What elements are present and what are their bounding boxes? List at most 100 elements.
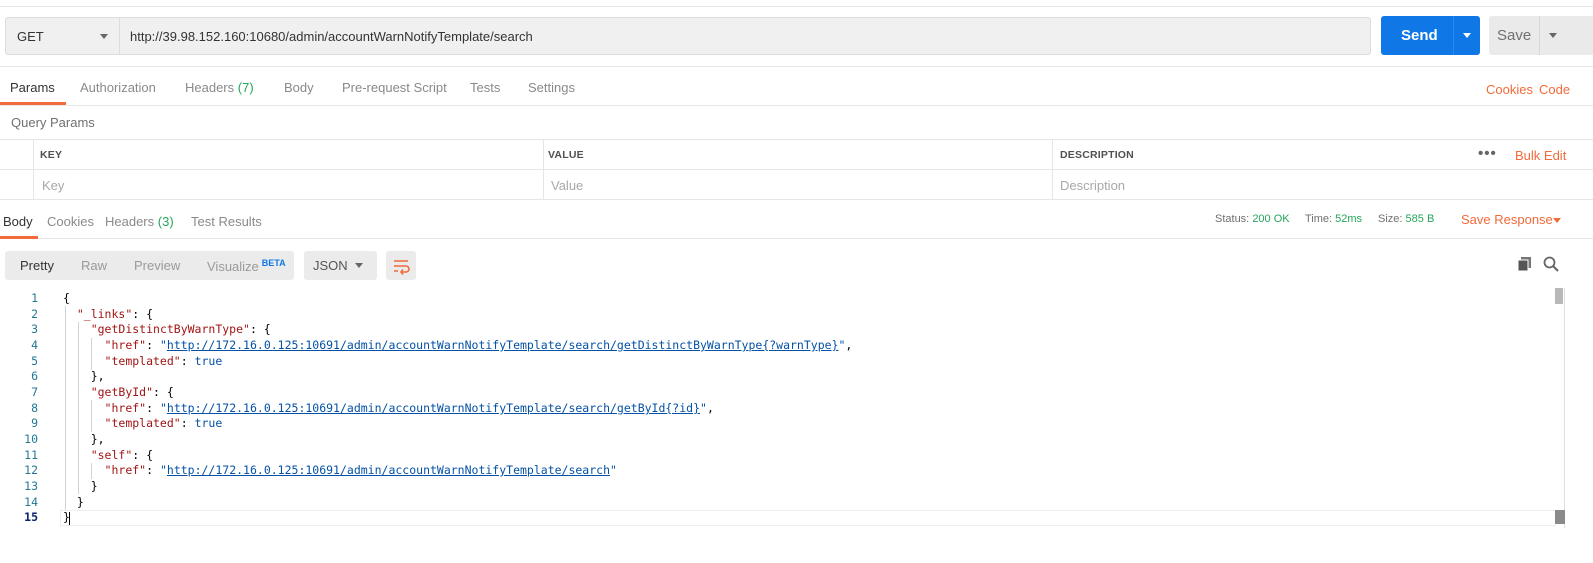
- href-link[interactable]: http://172.16.0.125:10691/admin/accountW…: [167, 463, 610, 477]
- cookies-link[interactable]: Cookies: [1486, 82, 1533, 97]
- scrollbar-marker: [1555, 510, 1565, 524]
- chevron-down-icon: [100, 34, 108, 39]
- href-link[interactable]: http://172.16.0.125:10691/admin/accountW…: [167, 401, 700, 415]
- send-button[interactable]: Send: [1381, 16, 1453, 55]
- divider: [0, 66, 1593, 67]
- save-button[interactable]: Save: [1489, 16, 1539, 55]
- time-label: Time:: [1305, 213, 1333, 225]
- wrap-lines-button[interactable]: [386, 251, 416, 280]
- params-table: KEY VALUE DESCRIPTION ••• Bulk Edit Key …: [0, 139, 1593, 200]
- json-key: "href": [104, 401, 147, 415]
- url-input[interactable]: http://39.98.152.160:10680/admin/account…: [120, 17, 1371, 55]
- row-divider: [0, 169, 1593, 170]
- tab-response-cookies[interactable]: Cookies: [47, 214, 94, 229]
- send-options-button[interactable]: [1453, 16, 1480, 55]
- href-link[interactable]: http://172.16.0.125:10691/admin/accountW…: [167, 338, 839, 352]
- code-line: "templated": true: [104, 416, 223, 430]
- tab-label: Tests: [470, 80, 501, 95]
- line-number: 15: [24, 510, 38, 524]
- tab-response-headers[interactable]: Headers (3): [105, 214, 174, 229]
- status-value: 200 OK: [1252, 213, 1290, 225]
- active-tab-indicator: [0, 236, 38, 239]
- tab-count: (3): [157, 214, 174, 229]
- save-options-button[interactable]: [1539, 16, 1593, 55]
- raw-mode-button[interactable]: Raw: [81, 258, 107, 273]
- scrollbar-track[interactable]: [1564, 288, 1565, 528]
- description-column-header: DESCRIPTION: [1060, 149, 1134, 161]
- code-link[interactable]: Code: [1539, 82, 1570, 97]
- format-select[interactable]: JSON: [304, 251, 377, 280]
- current-line-highlight: [60, 510, 1556, 526]
- line-number: 3: [31, 322, 38, 336]
- wrap-lines-icon: [394, 260, 410, 275]
- line-number: 1: [31, 291, 38, 305]
- chevron-down-icon[interactable]: [1553, 218, 1561, 223]
- tab-headers[interactable]: Headers (7): [185, 80, 254, 95]
- bulk-edit-link[interactable]: Bulk Edit: [1515, 148, 1566, 163]
- divider: [0, 105, 1593, 106]
- tab-test-results[interactable]: Test Results: [191, 214, 262, 229]
- more-options-icon[interactable]: •••: [1478, 145, 1497, 162]
- tab-label: Body: [284, 80, 314, 95]
- code-line: "getDistinctByWarnType": {: [90, 322, 271, 336]
- tab-label: Headers: [185, 80, 235, 95]
- column-divider: [1052, 140, 1053, 199]
- line-number: 14: [24, 495, 38, 509]
- json-boolean: true: [194, 416, 223, 430]
- value-input[interactable]: Value: [551, 178, 583, 193]
- code-line: }: [63, 495, 84, 509]
- scrollbar-thumb[interactable]: [1555, 288, 1563, 304]
- value-column-header: VALUE: [548, 149, 584, 161]
- status-label: Status:: [1215, 213, 1250, 225]
- line-number: 7: [31, 385, 38, 399]
- column-divider: [33, 140, 34, 199]
- tab-settings[interactable]: Settings: [528, 80, 575, 95]
- tab-pre-request-script[interactable]: Pre-request Script: [342, 80, 447, 95]
- tab-tests[interactable]: Tests: [470, 80, 500, 95]
- search-icon[interactable]: [1542, 255, 1560, 273]
- tab-label: Body: [3, 214, 33, 229]
- tab-count: (7): [237, 80, 254, 95]
- tab-label: Authorization: [80, 80, 156, 95]
- line-number: 13: [24, 479, 38, 493]
- key-input[interactable]: Key: [42, 178, 64, 193]
- description-input[interactable]: Description: [1060, 178, 1125, 193]
- line-number: 2: [31, 307, 38, 321]
- code-line: },: [63, 369, 105, 383]
- json-key: "templated": [104, 354, 181, 368]
- line-number: 10: [24, 432, 38, 446]
- beta-badge: BETA: [261, 258, 286, 268]
- json-key: "getDistinctByWarnType": [90, 322, 250, 336]
- tab-label: Pre-request Script: [342, 80, 447, 95]
- line-number: 9: [31, 416, 38, 430]
- tab-body[interactable]: Body: [284, 80, 314, 95]
- copy-icon[interactable]: [1516, 255, 1534, 273]
- preview-mode-button[interactable]: Preview: [134, 258, 180, 273]
- tab-authorization[interactable]: Authorization: [80, 80, 156, 95]
- code-line: "href": "http://172.16.0.125:10691/admin…: [104, 463, 617, 477]
- line-number: 11: [24, 448, 38, 462]
- pretty-mode-button[interactable]: Pretty: [20, 258, 54, 273]
- tab-label: Cookies: [47, 214, 94, 229]
- query-params-title: Query Params: [11, 115, 95, 130]
- visualize-label: Visualize: [207, 259, 259, 274]
- visualize-mode-button[interactable]: Visualize BETA: [207, 258, 286, 274]
- response-body-editor[interactable]: 1 2 3 4 5 6 7 8 9 10 11 12 13 14 15 { "_…: [0, 288, 1593, 528]
- json-key: "href": [104, 463, 147, 477]
- json-key: "self": [90, 448, 133, 462]
- tab-label: Test Results: [191, 214, 262, 229]
- code-line: },: [63, 432, 105, 446]
- line-number: 12: [24, 463, 38, 477]
- tab-params[interactable]: Params: [10, 80, 55, 95]
- line-number: 6: [31, 369, 38, 383]
- chevron-down-icon: [1549, 33, 1557, 38]
- save-response-button[interactable]: Save Response: [1461, 212, 1553, 227]
- time-readout: Time: 52ms: [1305, 213, 1362, 225]
- line-number: 4: [31, 338, 38, 352]
- format-value: JSON: [313, 258, 348, 273]
- tab-response-body[interactable]: Body: [3, 214, 33, 229]
- status-readout: Status: 200 OK: [1215, 213, 1290, 225]
- size-label: Size:: [1378, 213, 1403, 225]
- method-select[interactable]: GET: [5, 17, 120, 55]
- code-line: "_links": {: [76, 307, 154, 321]
